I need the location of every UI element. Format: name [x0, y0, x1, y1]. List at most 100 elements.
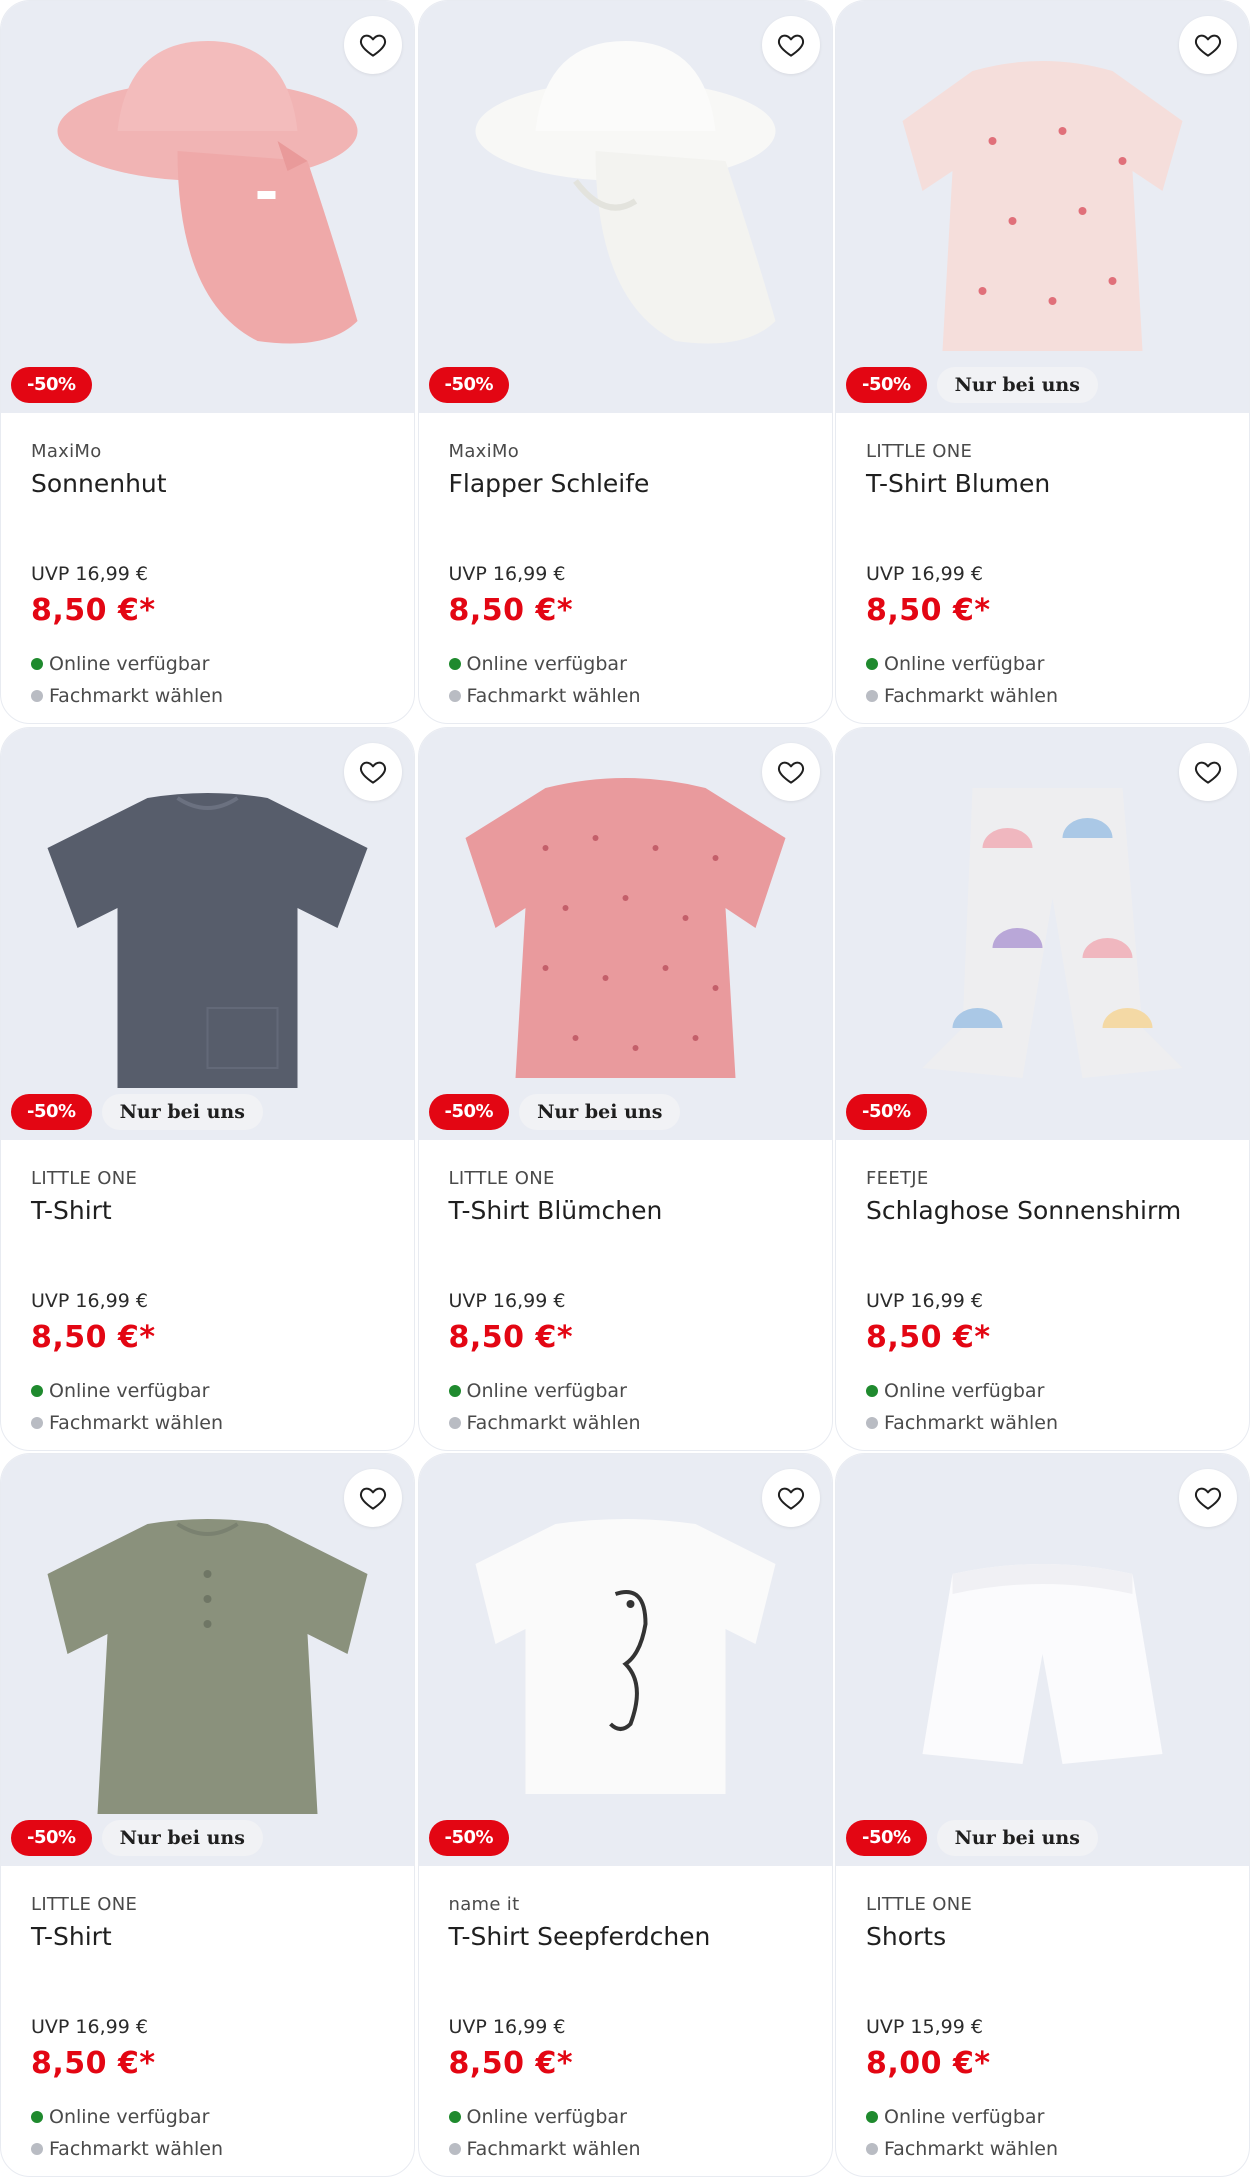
product-title[interactable]: T-Shirt Blümchen [449, 1196, 812, 1225]
exclusive-badge: Nur bei uns [101, 1820, 263, 1856]
wishlist-button[interactable] [1179, 1469, 1237, 1527]
product-image[interactable]: -50% [418, 1, 832, 413]
exclusive-badge: Nur bei uns [936, 1820, 1098, 1856]
store-dot-icon [448, 1416, 461, 1429]
badge-row: -50% Nur bei uns [846, 1820, 1098, 1856]
discount-badge: -50% [428, 1093, 510, 1130]
store-select-link[interactable]: Fachmarkt wählen [448, 685, 641, 707]
product-title[interactable]: T-Shirt [31, 1196, 394, 1225]
product-info: LITTLE ONE T-Shirt Blumen UVP 16,99 € 8,… [836, 413, 1249, 723]
store-select-link[interactable]: Fachmarkt wählen [448, 2138, 641, 2160]
product-info: MaxiMo Flapper Schleife UVP 16,99 € 8,50… [419, 413, 832, 723]
product-info: name it T-Shirt Seepferdchen UVP 16,99 €… [419, 1866, 832, 2176]
discount-badge: -50% [846, 1820, 927, 1856]
wishlist-button[interactable] [1179, 16, 1237, 74]
available-dot-icon [448, 2111, 461, 2123]
store-select-label: Fachmarkt wählen [884, 685, 1059, 707]
store-dot-icon [31, 690, 43, 702]
available-dot-icon [448, 658, 461, 670]
online-availability: Online verfügbar [31, 653, 209, 675]
product-price: 8,50 €* [448, 2046, 574, 2081]
wishlist-button[interactable] [344, 16, 402, 74]
product-brand: name it [448, 1894, 520, 1915]
product-brand: LITTLE ONE [31, 1894, 138, 1915]
wishlist-button[interactable] [761, 1469, 820, 1527]
store-select-link[interactable]: Fachmarkt wählen [31, 2138, 223, 2160]
online-availability: Online verfügbar [31, 2106, 209, 2128]
heart-icon [1194, 1487, 1222, 1510]
online-availability-label: Online verfügbar [49, 653, 210, 675]
product-title[interactable]: Shorts [866, 1922, 1229, 1951]
product-info: LITTLE ONE T-Shirt UVP 16,99 € 8,50 €* O… [1, 1140, 414, 1450]
store-select-link[interactable]: Fachmarkt wählen [448, 1412, 641, 1434]
wishlist-button[interactable] [344, 742, 402, 801]
badge-row: -50% Nur bei uns [11, 1093, 263, 1130]
online-availability-label: Online verfügbar [466, 2106, 627, 2128]
badge-row: -50% [428, 1820, 510, 1856]
heart-icon [777, 1487, 804, 1510]
badge-row: -50% [11, 367, 92, 403]
wishlist-button[interactable] [761, 16, 820, 74]
product-card[interactable]: -50% MaxiMo Flapper Schleife UVP 16,99 €… [417, 0, 833, 724]
wishlist-button[interactable] [1179, 742, 1237, 801]
heart-icon [359, 761, 387, 784]
discount-badge: -50% [846, 1093, 927, 1130]
product-card[interactable]: -50% Nur bei uns LITTLE ONE T-Shirt UVP … [0, 1453, 415, 2177]
store-select-link[interactable]: Fachmarkt wählen [866, 2138, 1058, 2160]
product-image[interactable]: -50% Nur bei uns [1, 727, 414, 1140]
product-card[interactable]: -50% FEETJE Schlaghose Sonnenshirm UVP 1… [835, 726, 1250, 1451]
online-availability-label: Online verfügbar [884, 653, 1045, 675]
store-select-label: Fachmarkt wählen [49, 2138, 224, 2160]
product-brand: MaxiMo [448, 441, 520, 462]
product-title[interactable]: T-Shirt Seepferdchen [449, 1922, 812, 1951]
product-image[interactable]: -50% Nur bei uns [1, 1454, 414, 1866]
online-availability: Online verfügbar [31, 1380, 209, 1402]
online-availability-label: Online verfügbar [49, 2106, 210, 2128]
product-info: LITTLE ONE Shorts UVP 15,99 € 8,00 €* On… [836, 1866, 1249, 2176]
product-card[interactable]: -50% MaxiMo Sonnenhut UVP 16,99 € 8,50 €… [0, 0, 415, 724]
product-price: 8,50 €* [31, 2046, 156, 2081]
product-title[interactable]: Flapper Schleife [449, 469, 812, 498]
product-uvp: UVP 15,99 € [866, 2016, 983, 2038]
product-image[interactable]: -50% Nur bei uns [836, 1, 1249, 413]
store-select-link[interactable]: Fachmarkt wählen [866, 685, 1058, 707]
wishlist-button[interactable] [344, 1469, 402, 1527]
store-dot-icon [448, 690, 461, 702]
product-card[interactable]: -50% Nur bei uns LITTLE ONE T-Shirt Blüm… [417, 726, 833, 1451]
product-image[interactable]: -50% Nur bei uns [836, 1454, 1249, 1866]
product-price: 8,50 €* [866, 1319, 991, 1355]
store-dot-icon [866, 1416, 878, 1429]
online-availability: Online verfügbar [866, 2106, 1044, 2128]
online-availability: Online verfügbar [866, 653, 1044, 675]
product-image[interactable]: -50% Nur bei uns [418, 727, 832, 1140]
product-title[interactable]: Sonnenhut [31, 469, 394, 498]
product-brand: MaxiMo [31, 441, 102, 462]
product-title[interactable]: Schlaghose Sonnenshirm [866, 1196, 1229, 1225]
store-dot-icon [866, 690, 878, 702]
product-card[interactable]: -50% name it T-Shirt Seepferdchen UVP 16… [417, 1453, 833, 2177]
store-select-link[interactable]: Fachmarkt wählen [31, 685, 223, 707]
product-info: MaxiMo Sonnenhut UVP 16,99 € 8,50 €* Onl… [1, 413, 414, 723]
store-select-link[interactable]: Fachmarkt wählen [31, 1412, 223, 1434]
product-card[interactable]: -50% Nur bei uns LITTLE ONE T-Shirt UVP … [0, 726, 415, 1451]
store-select-link[interactable]: Fachmarkt wählen [866, 1412, 1058, 1434]
store-dot-icon [31, 1416, 43, 1429]
product-image[interactable]: -50% [1, 1, 414, 413]
product-brand: LITTLE ONE [448, 1167, 555, 1189]
product-title[interactable]: T-Shirt [31, 1922, 394, 1951]
product-card[interactable]: -50% Nur bei uns LITTLE ONE T-Shirt Blum… [835, 0, 1250, 724]
store-select-label: Fachmarkt wählen [884, 1411, 1059, 1434]
online-availability-label: Online verfügbar [466, 653, 627, 675]
wishlist-button[interactable] [761, 742, 820, 801]
product-card[interactable]: -50% Nur bei uns LITTLE ONE Shorts UVP 1… [835, 1453, 1250, 2177]
product-brand: LITTLE ONE [866, 441, 973, 462]
product-grid: -50% MaxiMo Sonnenhut UVP 16,99 € 8,50 €… [0, 0, 1250, 2178]
product-price: 8,50 €* [866, 593, 991, 628]
exclusive-badge: Nur bei uns [519, 1093, 681, 1130]
discount-badge: -50% [428, 1820, 510, 1856]
product-image[interactable]: -50% [836, 727, 1249, 1140]
badge-row: -50% Nur bei uns [11, 1820, 263, 1856]
product-uvp: UVP 16,99 € [866, 1289, 983, 1312]
product-image[interactable]: -50% [418, 1454, 832, 1866]
product-title[interactable]: T-Shirt Blumen [866, 469, 1229, 498]
